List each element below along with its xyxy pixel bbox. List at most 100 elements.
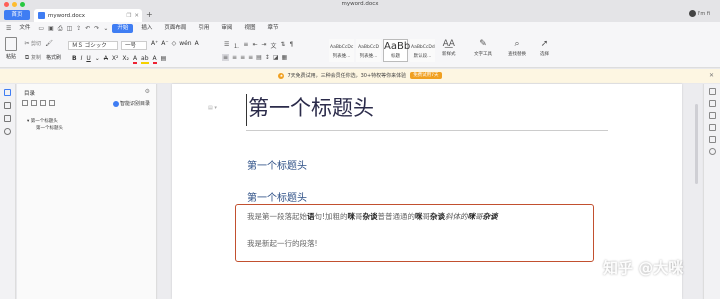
- print-icon[interactable]: ⎙: [58, 25, 63, 33]
- minimize-window-button[interactable]: [12, 1, 17, 7]
- vertical-scrollbar[interactable]: [695, 104, 698, 184]
- format-painter-button[interactable]: 🖌: [45, 40, 53, 48]
- style-list-2[interactable]: AaBbCcD 列表维...: [356, 39, 381, 62]
- shading-icon[interactable]: ◪: [273, 54, 279, 61]
- line-spacing-icon[interactable]: ↕: [265, 54, 270, 61]
- new-style-button[interactable]: A͟A 新样式: [442, 39, 456, 57]
- restore-icon[interactable]: ❐: [126, 13, 131, 19]
- copy-button[interactable]: ⧉ 复制: [23, 54, 41, 62]
- italic-icon[interactable]: I: [81, 55, 83, 64]
- toc-panel-icon[interactable]: [4, 89, 11, 96]
- zoom-window-button[interactable]: [20, 1, 25, 7]
- menu-start[interactable]: 开始: [112, 24, 134, 33]
- free-trial-button[interactable]: 免费试用7天: [410, 72, 442, 79]
- text-tools-button[interactable]: ✎ 文字工具: [474, 39, 492, 57]
- user-area[interactable]: I'm fi: [688, 10, 710, 17]
- borders-icon[interactable]: ▦: [282, 54, 288, 61]
- align-left-icon[interactable]: ≡: [222, 54, 230, 61]
- justify-icon[interactable]: ≡: [248, 54, 253, 61]
- show-marks-icon[interactable]: ¶: [290, 41, 294, 50]
- numbering-icon[interactable]: ⒈: [233, 41, 239, 50]
- text-color-icon[interactable]: A: [152, 55, 157, 64]
- style-default-paragraph[interactable]: AaBbCcDd 默认段...: [410, 39, 435, 62]
- cut-button[interactable]: ✂剪切: [23, 40, 41, 48]
- menu-references[interactable]: 引用: [194, 24, 213, 33]
- heading-2[interactable]: 第一个标题头: [247, 189, 307, 204]
- export-icon[interactable]: ⇪: [76, 25, 81, 32]
- sort-icon[interactable]: ⇅: [281, 41, 286, 50]
- align-center-icon[interactable]: ≡: [232, 54, 237, 61]
- lock-icon[interactable]: [708, 124, 716, 131]
- find-replace-button[interactable]: ⌕ 查找替换: [508, 39, 526, 57]
- superscript-icon[interactable]: X²: [112, 55, 119, 64]
- menu-review[interactable]: 审阅: [217, 24, 236, 33]
- add-heading-icon[interactable]: [40, 100, 46, 106]
- toc-item[interactable]: 第一个标题头: [36, 125, 63, 131]
- phonetic-icon[interactable]: wén: [179, 40, 191, 47]
- delete-heading-icon[interactable]: [49, 100, 55, 106]
- close-window-button[interactable]: [4, 1, 9, 7]
- tab-document[interactable]: myword.docx ❐ ✕: [34, 9, 142, 22]
- collapse-icon[interactable]: [31, 100, 37, 106]
- close-icon[interactable]: ✕: [134, 13, 139, 19]
- distributed-icon[interactable]: ▤: [256, 54, 262, 61]
- more-icon[interactable]: ⌄: [103, 25, 108, 32]
- tab-home[interactable]: 首页: [4, 10, 30, 20]
- share-icon[interactable]: [708, 136, 716, 143]
- document-page[interactable]: ▤ ▾ 第一个标题头 第一个标题头 第一个标题头 我是第一段落起始语句!加粗的咪…: [172, 84, 683, 299]
- menu-insert[interactable]: 插入: [137, 24, 156, 33]
- bookmark-panel-icon[interactable]: [4, 102, 11, 109]
- open-folder-icon[interactable]: ▭: [38, 25, 44, 32]
- underline-icon[interactable]: U: [86, 55, 90, 64]
- thumbnail-panel-icon[interactable]: [4, 115, 11, 122]
- char-border-icon[interactable]: A: [195, 40, 199, 47]
- heading-2[interactable]: 第一个标题头: [247, 157, 307, 172]
- pen-icon[interactable]: [708, 88, 716, 95]
- style-heading[interactable]: AaBb 标题: [383, 39, 410, 62]
- smart-toc-button[interactable]: 智能识别目录: [112, 100, 150, 107]
- style-list-1[interactable]: AaBbCcDc 列表维...: [329, 39, 354, 62]
- paragraph-1[interactable]: 我是第一段落起始语句!加粗的咪哥杂谈普普通通的咪哥杂谈斜体的咪哥杂谈: [247, 211, 498, 222]
- grow-font-icon[interactable]: A⁺: [151, 40, 158, 47]
- highlight-icon[interactable]: ab: [141, 55, 149, 64]
- preview-icon[interactable]: ◫: [67, 25, 73, 32]
- select-button[interactable]: ➚ 选择: [540, 39, 549, 57]
- search-panel-icon[interactable]: [4, 128, 11, 135]
- bullets-icon[interactable]: ☰: [224, 41, 229, 50]
- undo-icon[interactable]: ↶: [85, 25, 90, 32]
- menu-file[interactable]: 文件: [15, 24, 34, 33]
- clear-format-icon[interactable]: ◇: [172, 40, 177, 47]
- paste-button[interactable]: 粘贴: [3, 37, 19, 60]
- redo-icon[interactable]: ↷: [94, 25, 99, 32]
- decrease-indent-icon[interactable]: ⇤: [252, 41, 257, 50]
- avatar[interactable]: [688, 10, 696, 17]
- close-icon[interactable]: ✕: [709, 69, 714, 83]
- char-shading-icon[interactable]: ▤: [161, 55, 167, 64]
- font-family-select[interactable]: ＭＳ ゴシック: [68, 41, 118, 50]
- chinese-layout-icon[interactable]: 文: [271, 41, 277, 50]
- multilevel-icon[interactable]: ≡: [243, 41, 248, 50]
- settings-icon[interactable]: ⚙: [145, 88, 150, 95]
- toc-item[interactable]: ▾ 第一个标题头: [27, 118, 58, 124]
- expand-icon[interactable]: [22, 100, 28, 106]
- align-right-icon[interactable]: ≡: [240, 54, 245, 61]
- heading-1[interactable]: 第一个标题头: [248, 92, 374, 122]
- shrink-font-icon[interactable]: A⁻: [161, 40, 168, 47]
- pin-icon[interactable]: [708, 112, 716, 119]
- paragraph-handle-icon[interactable]: ▤ ▾: [208, 105, 217, 111]
- menu-view[interactable]: 视图: [240, 24, 259, 33]
- hamburger-icon[interactable]: ☰: [6, 25, 11, 32]
- new-tab-button[interactable]: +: [146, 10, 153, 20]
- bold-icon[interactable]: B: [72, 55, 77, 64]
- font-color-icon[interactable]: A: [132, 55, 138, 64]
- strikethrough-icon[interactable]: A: [104, 55, 108, 64]
- font-size-select[interactable]: 一号: [121, 41, 147, 50]
- history-icon[interactable]: [708, 148, 716, 155]
- save-icon[interactable]: ▣: [48, 25, 54, 32]
- paragraph-2[interactable]: 我是新起一行的段落!: [247, 238, 318, 249]
- menu-section[interactable]: 章节: [263, 24, 282, 33]
- increase-indent-icon[interactable]: ⇥: [261, 41, 266, 50]
- menu-page-layout[interactable]: 页面布局: [160, 24, 190, 33]
- underline-dropdown-icon[interactable]: ⌄: [95, 55, 100, 64]
- subscript-icon[interactable]: X₂: [122, 55, 129, 64]
